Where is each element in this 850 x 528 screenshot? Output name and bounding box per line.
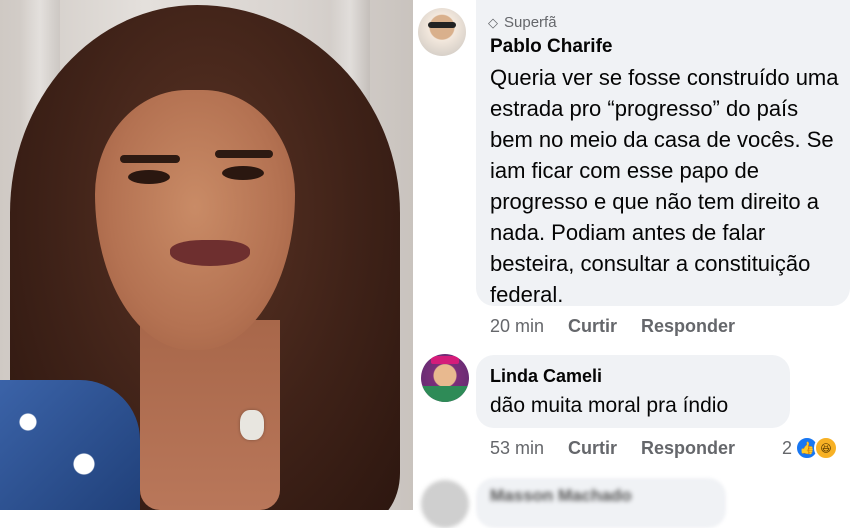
comment-actions: 53 min Curtir Responder: [490, 438, 735, 459]
comment-text: Queria ver se fosse construído uma estra…: [490, 65, 839, 307]
comment-text: dão muita moral pra índio: [490, 394, 729, 417]
necklace-pendant: [240, 410, 264, 440]
avatar[interactable]: [421, 354, 469, 402]
superfan-badge: ◇ Superfã: [488, 14, 557, 31]
right-eye: [222, 166, 264, 180]
lips: [170, 240, 250, 266]
avatar[interactable]: [421, 480, 469, 528]
left-brow: [120, 155, 180, 163]
reaction-count: 2: [782, 437, 793, 458]
reply-button[interactable]: Responder: [641, 316, 735, 337]
right-brow: [215, 150, 273, 158]
avatar-frame-ribbon: [421, 386, 469, 402]
haha-reaction-icon: 😆: [814, 436, 839, 460]
like-button[interactable]: Curtir: [568, 316, 617, 337]
comment-actions: 20 min Curtir Responder: [490, 316, 735, 337]
avatar-frame-tag: [431, 356, 459, 364]
comment-author[interactable]: Linda Cameli: [490, 366, 602, 387]
comment-timestamp[interactable]: 20 min: [490, 316, 544, 337]
comment-thread: ◇ Superfã Pablo Charife Queria ver se fo…: [413, 0, 850, 528]
left-eye: [128, 170, 170, 184]
glasses: [428, 22, 456, 28]
avatar[interactable]: [418, 8, 466, 56]
comment-author[interactable]: Pablo Charife: [490, 36, 612, 58]
diamond-icon: ◇: [488, 14, 498, 30]
reply-button[interactable]: Responder: [641, 438, 735, 459]
badge-label: Superfã: [504, 14, 557, 31]
profile-photo: [0, 0, 413, 510]
like-button[interactable]: Curtir: [568, 438, 617, 459]
reaction-summary[interactable]: 2 👍 😆: [782, 436, 839, 460]
comment-author[interactable]: Masson Machado: [490, 486, 632, 506]
comment-timestamp[interactable]: 53 min: [490, 438, 544, 459]
patterned-shirt: [0, 380, 140, 510]
